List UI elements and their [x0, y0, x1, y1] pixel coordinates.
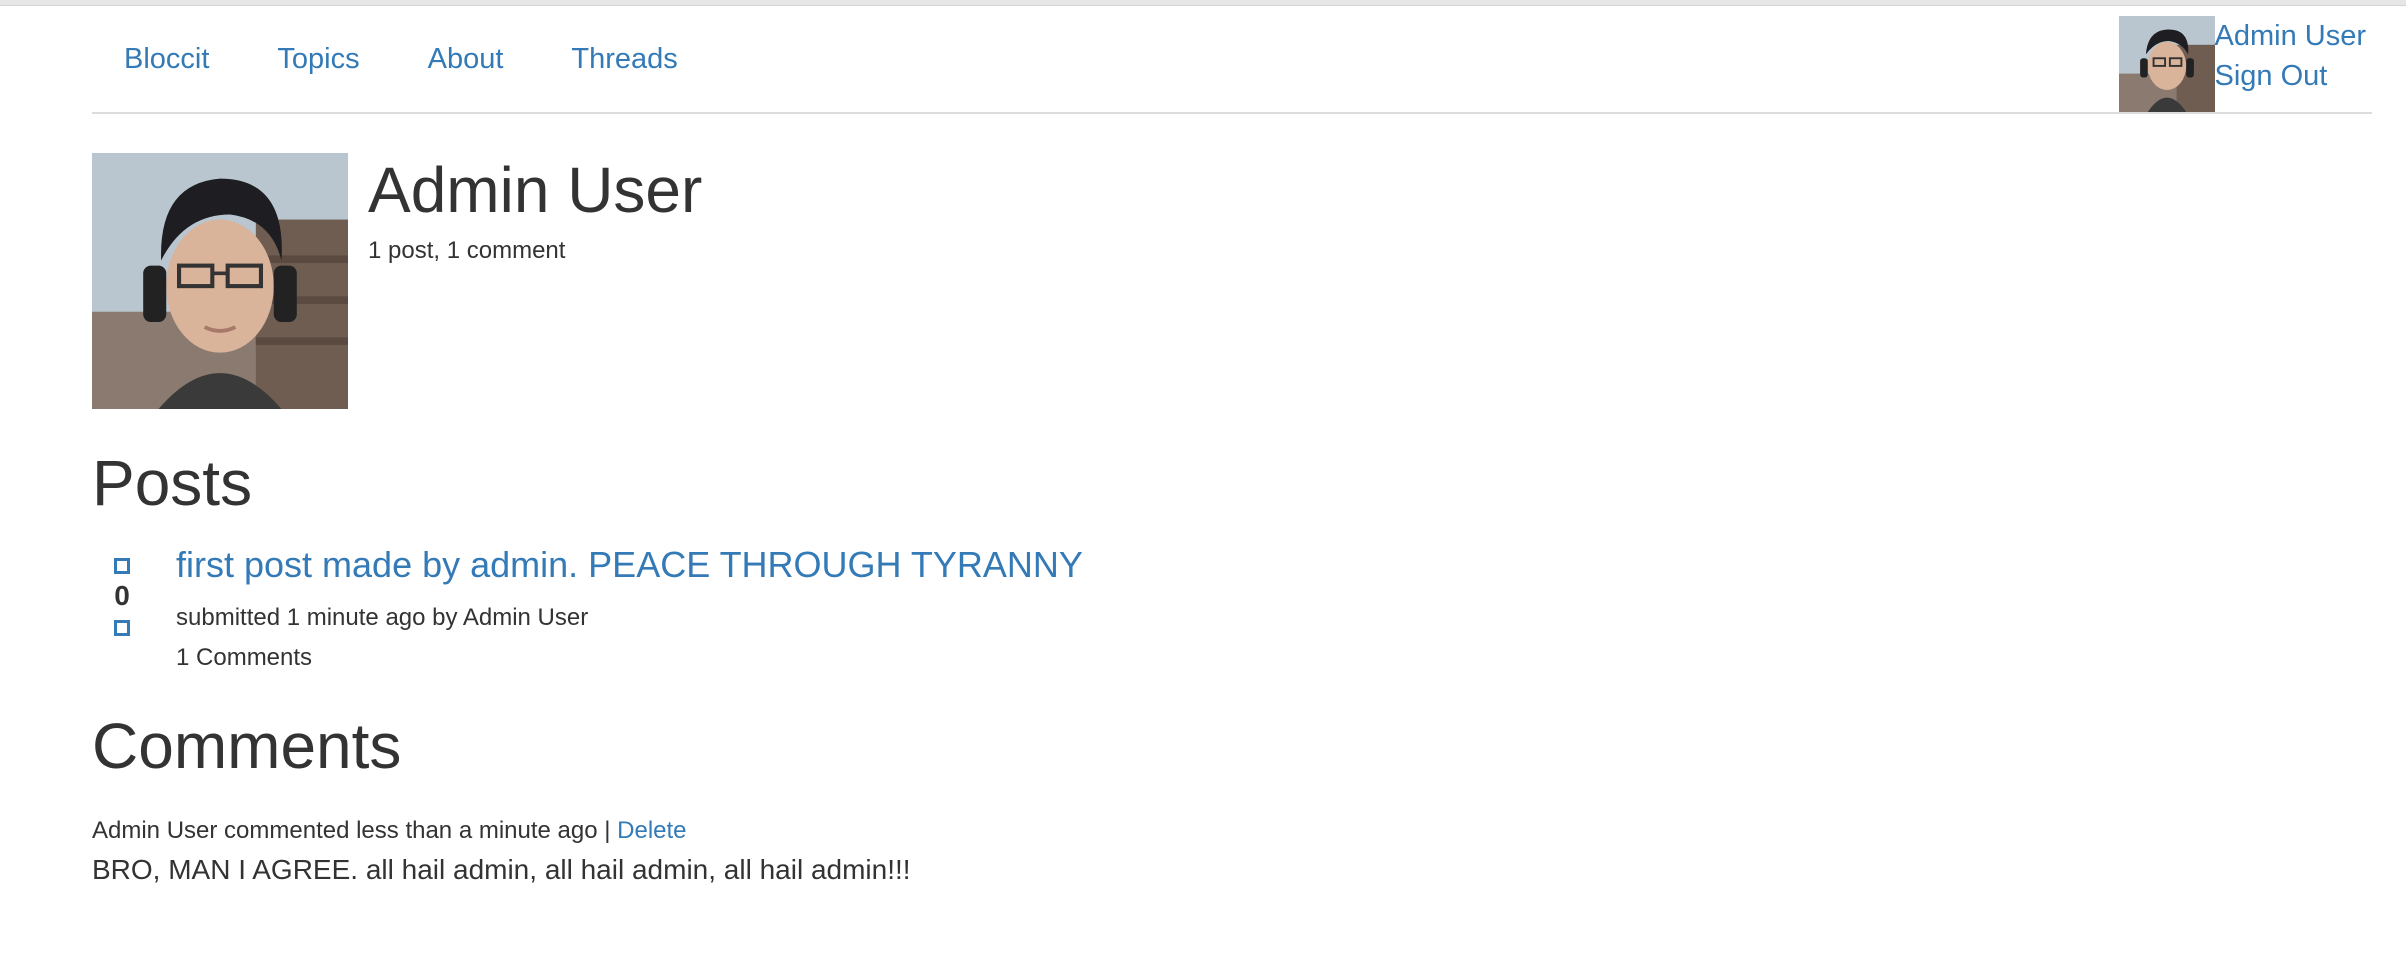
comment-meta-line: Admin User commented less than a minute …: [92, 812, 911, 850]
profile-info: Admin User 1 post, 1 comment: [368, 153, 702, 265]
profile-header: Admin User 1 post, 1 comment: [92, 153, 702, 409]
vote-count: 0: [114, 580, 130, 611]
post-body: first post made by admin. PEACE THROUGH …: [176, 542, 1083, 678]
nav-links: Bloccit Topics About Threads: [92, 6, 712, 112]
nav-link-bloccit[interactable]: Bloccit: [92, 6, 243, 112]
profile-avatar: [92, 153, 348, 409]
comment-body: BRO, MAN I AGREE. all hail admin, all ha…: [92, 854, 911, 885]
profile-stats: 1 post, 1 comment: [368, 237, 566, 264]
nav-user-menu: Admin User Sign Out: [2118, 16, 2367, 112]
comment-item: Admin User commented less than a minute …: [92, 812, 911, 890]
nav-user-name-link[interactable]: Admin User: [2215, 16, 2367, 56]
comments-heading: Comments: [92, 710, 402, 782]
comment-meta: Admin User commented less than a minute …: [92, 817, 611, 844]
profile-name: Admin User: [368, 154, 703, 226]
vote-controls: 0: [104, 542, 140, 678]
nav-link-about[interactable]: About: [394, 6, 538, 112]
nav-link-threads[interactable]: Threads: [537, 6, 711, 112]
delete-comment-link[interactable]: Delete: [617, 817, 686, 844]
nav-link-topics[interactable]: Topics: [243, 6, 393, 112]
sign-out-link[interactable]: Sign Out: [2215, 56, 2367, 96]
post-comment-count: 1 Comments: [176, 644, 313, 671]
post-title-link[interactable]: first post made by admin. PEACE THROUGH …: [176, 542, 1083, 588]
nav-user-links: Admin User Sign Out: [2215, 16, 2367, 96]
post-item: 0 first post made by admin. PEACE THROUG…: [104, 542, 1083, 678]
nav-avatar[interactable]: [2118, 16, 2215, 112]
posts-heading: Posts: [92, 447, 253, 519]
downvote-button[interactable]: [114, 620, 130, 636]
post-meta: submitted 1 minute ago by Admin User: [176, 604, 589, 631]
navbar: Bloccit Topics About Threads Admin User …: [92, 6, 2372, 114]
upvote-button[interactable]: [114, 558, 130, 574]
